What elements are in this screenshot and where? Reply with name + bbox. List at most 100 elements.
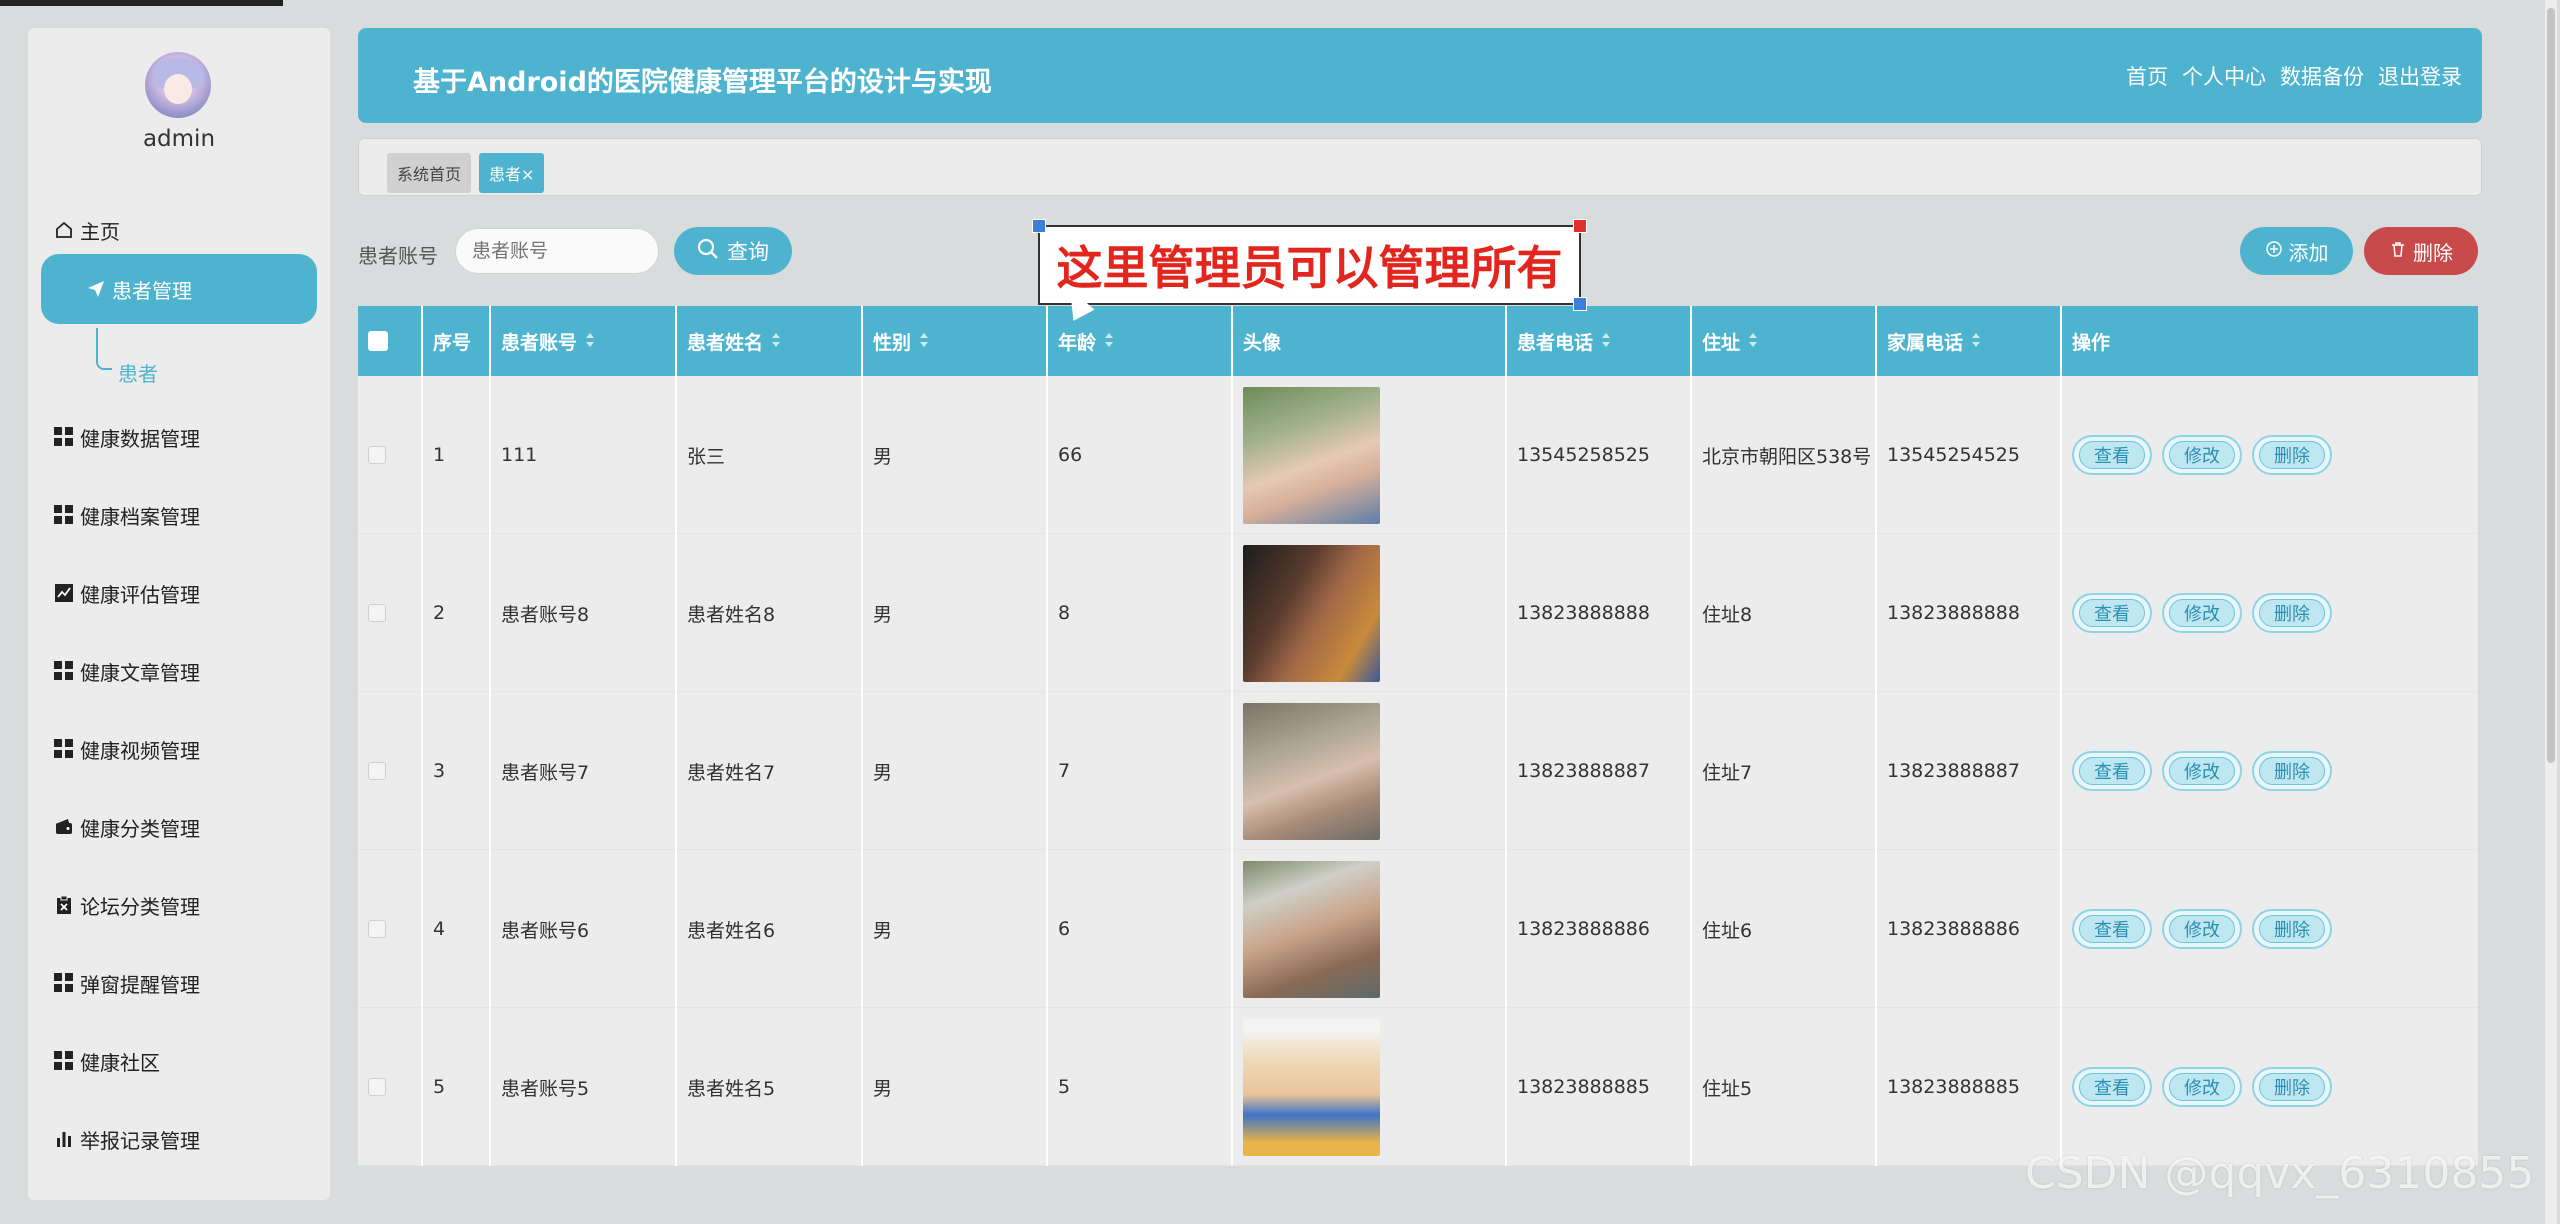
sidebar-item-health-categories[interactable]: 健康分类管理	[54, 807, 200, 847]
sort-icon[interactable]	[1601, 333, 1611, 349]
cell-gender: 男	[863, 850, 1048, 1008]
cell-address-text: 北京市朝阳区538号	[1702, 445, 1872, 468]
col-header-gender[interactable]: 性别	[863, 306, 1048, 376]
edit-button[interactable]: 修改	[2162, 751, 2242, 791]
view-button-label: 查看	[2079, 915, 2145, 943]
view-button[interactable]: 查看	[2072, 593, 2152, 633]
query-button[interactable]: 查询	[674, 227, 792, 275]
sidebar-item-health-assessment[interactable]: 健康评估管理	[54, 573, 200, 613]
cell-address: 住址8	[1692, 534, 1877, 692]
resize-handle-icon[interactable]	[1573, 297, 1587, 311]
sidebar-item-label: 健康分类管理	[80, 816, 200, 841]
cell-address-text: 住址7	[1702, 761, 1753, 784]
row-delete-button[interactable]: 删除	[2252, 909, 2332, 949]
row-checkbox[interactable]	[368, 762, 386, 780]
watermark: CSDN @qqvx_6310855	[2025, 1148, 2535, 1199]
sidebar-subitem-patient[interactable]: 患者	[118, 358, 158, 387]
sort-icon[interactable]	[919, 333, 929, 349]
row-delete-button-label: 删除	[2259, 757, 2325, 785]
sort-icon[interactable]	[1104, 333, 1114, 349]
cell-name: 患者姓名6	[677, 850, 863, 1008]
col-header-family-phone[interactable]: 家属电话	[1877, 306, 2062, 376]
row-checkbox[interactable]	[368, 446, 386, 464]
row-checkbox[interactable]	[368, 1078, 386, 1096]
tab-system-home[interactable]: 系统首页	[387, 153, 472, 193]
cell-family-phone: 13823888888	[1877, 534, 2062, 692]
sort-icon[interactable]	[1748, 333, 1758, 349]
view-button[interactable]: 查看	[2072, 1067, 2152, 1107]
sidebar-item-health-records[interactable]: 健康档案管理	[54, 495, 200, 535]
col-header-name[interactable]: 患者姓名	[677, 306, 863, 376]
cell-age-text: 8	[1058, 602, 1071, 624]
col-header-phone[interactable]: 患者电话	[1507, 306, 1692, 376]
sidebar-item-health-community[interactable]: 健康社区	[54, 1041, 160, 1081]
avatar[interactable]	[145, 52, 211, 118]
header-link-profile[interactable]: 个人中心	[2182, 61, 2266, 91]
delete-button[interactable]: 删除	[2364, 227, 2478, 275]
sidebar-item-home[interactable]: 主页	[54, 210, 120, 250]
sidebar-item-forum-categories[interactable]: 论坛分类管理	[54, 885, 200, 925]
grid-icon	[54, 739, 74, 759]
sidebar-item-patient-management[interactable]: 患者管理	[41, 254, 317, 324]
row-checkbox[interactable]	[368, 604, 386, 622]
row-delete-button[interactable]: 删除	[2252, 1067, 2332, 1107]
add-button[interactable]: 添加	[2240, 227, 2353, 275]
cell-account-text: 患者账号7	[501, 761, 590, 784]
row-delete-button[interactable]: 删除	[2252, 435, 2332, 475]
view-button[interactable]: 查看	[2072, 435, 2152, 475]
cell-phone-text: 13823888887	[1517, 760, 1650, 782]
scrollbar[interactable]	[2545, 0, 2557, 1224]
view-button-label: 查看	[2079, 1073, 2145, 1101]
rotate-handle-icon[interactable]	[1032, 219, 1046, 233]
table-row: 1 111 张三男 66 13545258525 北京市朝阳区538号 1354525452…	[358, 376, 2478, 534]
view-button[interactable]: 查看	[2072, 751, 2152, 791]
sidebar-item-health-data[interactable]: 健康数据管理	[54, 417, 200, 457]
sidebar-item-report-records[interactable]: 举报记录管理	[54, 1119, 200, 1159]
row-delete-button[interactable]: 删除	[2252, 751, 2332, 791]
annotation-text: 这里管理员可以管理所有	[1056, 241, 1563, 295]
cell-family-phone-text: 13823888885	[1887, 1076, 2020, 1098]
edit-button[interactable]: 修改	[2162, 1067, 2242, 1107]
cell-account-text: 患者账号6	[501, 919, 590, 942]
header-link-home[interactable]: 首页	[2126, 61, 2168, 91]
sidebar-item-popup-reminders[interactable]: 弹窗提醒管理	[54, 963, 200, 1003]
cell-account: 患者账号7	[491, 692, 677, 850]
sort-icon[interactable]	[1971, 333, 1981, 349]
select-all-checkbox[interactable]	[368, 331, 388, 351]
sidebar-item-label: 患者管理	[112, 278, 192, 303]
sort-icon[interactable]	[585, 333, 595, 349]
header-link-backup[interactable]: 数据备份	[2280, 61, 2364, 91]
grid-icon	[54, 973, 74, 993]
annotation-textbox[interactable]: 这里管理员可以管理所有	[1032, 219, 1587, 311]
view-button[interactable]: 查看	[2072, 909, 2152, 949]
edit-button[interactable]: 修改	[2162, 593, 2242, 633]
view-button-label: 查看	[2079, 757, 2145, 785]
row-checkbox[interactable]	[368, 920, 386, 938]
cell-phone-text: 13823888885	[1517, 1076, 1650, 1098]
close-icon[interactable]	[1573, 219, 1587, 233]
scrollbar-thumb[interactable]	[2547, 8, 2555, 763]
cell-address-text: 住址8	[1702, 603, 1753, 626]
cell-no: 5	[423, 1008, 491, 1166]
cell-account-text: 患者账号5	[501, 1077, 590, 1100]
edit-button-label: 修改	[2169, 599, 2235, 627]
edit-button[interactable]: 修改	[2162, 909, 2242, 949]
edit-button-label: 修改	[2169, 757, 2235, 785]
cell-name: 患者姓名8	[677, 534, 863, 692]
wallet-icon	[54, 817, 74, 837]
edit-button[interactable]: 修改	[2162, 435, 2242, 475]
cell-account: 患者账号8	[491, 534, 677, 692]
search-input[interactable]	[455, 228, 659, 274]
sidebar-item-health-articles[interactable]: 健康文章管理	[54, 651, 200, 691]
table-row: 4 患者账号6 患者姓名6 男 6 13823888886 住址6 13823888886 查看…	[358, 850, 2478, 1008]
cell-family-phone-text: 13823888888	[1887, 602, 2020, 624]
tab-patient[interactable]: 患者×	[479, 153, 545, 193]
sort-icon[interactable]	[771, 333, 781, 349]
col-header-account[interactable]: 患者账号	[491, 306, 677, 376]
cell-actions: 查看 修改 删除	[2062, 376, 2478, 534]
header-link-logout[interactable]: 退出登录	[2378, 61, 2462, 91]
row-delete-button[interactable]: 删除	[2252, 593, 2332, 633]
sidebar-item-health-videos[interactable]: 健康视频管理	[54, 729, 200, 769]
add-button-label: 添加	[2288, 240, 2329, 265]
col-header-address[interactable]: 住址	[1692, 306, 1877, 376]
